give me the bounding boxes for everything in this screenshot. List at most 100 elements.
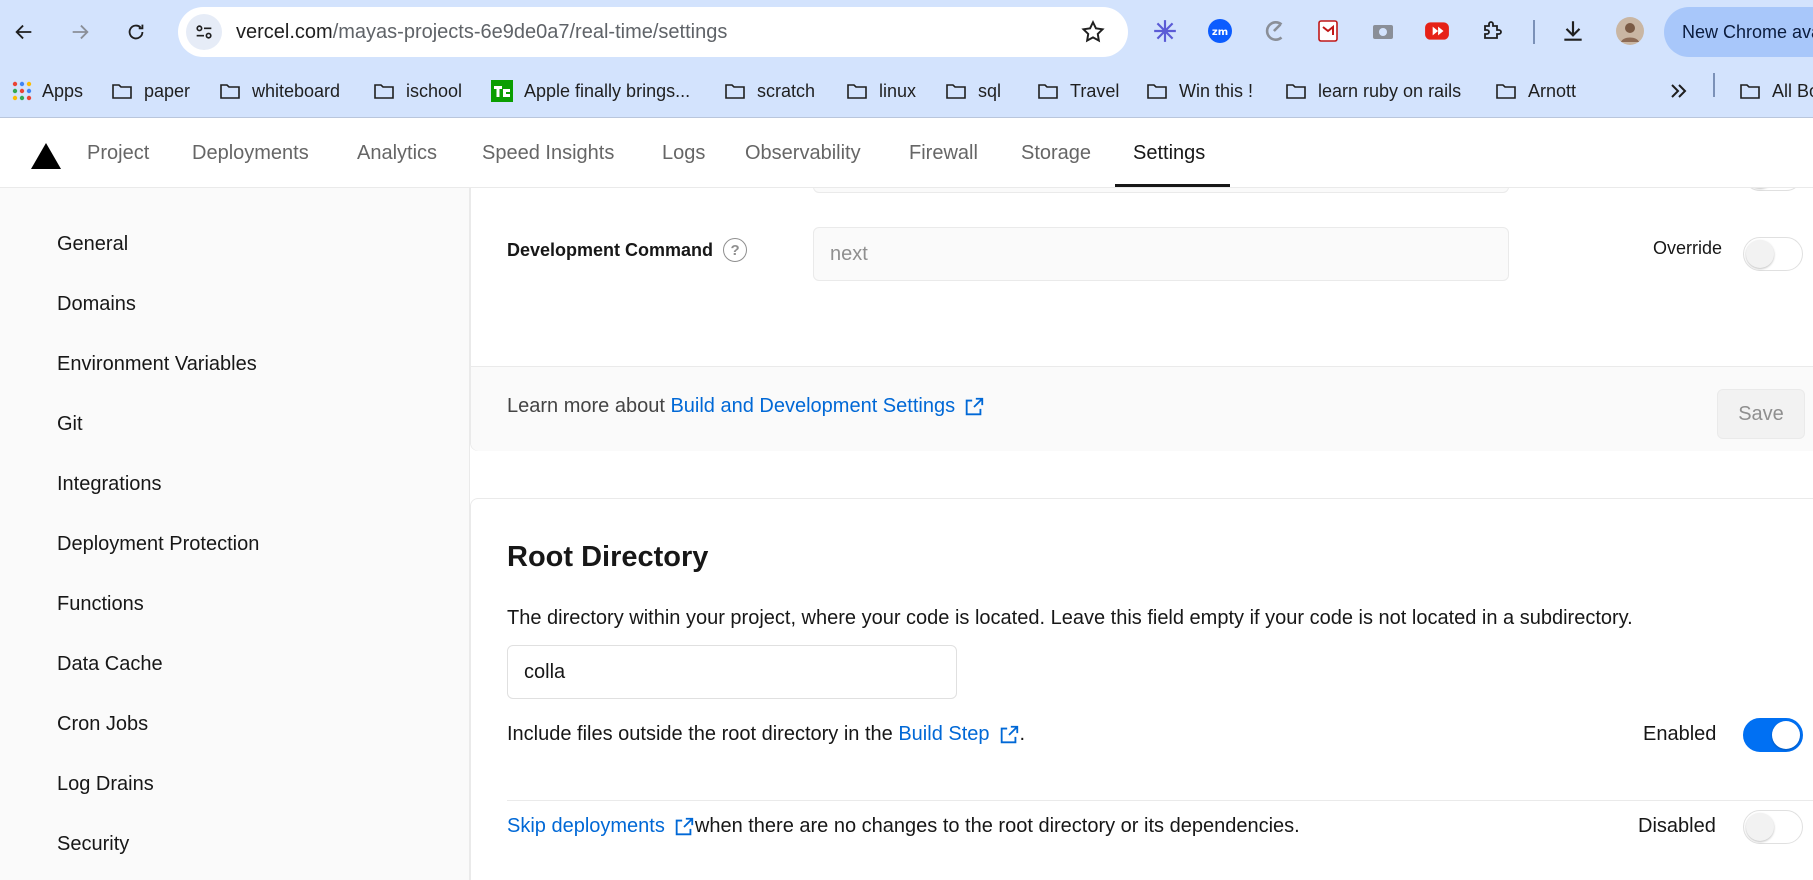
root-directory-title: Root Directory — [507, 541, 709, 573]
reload-icon — [128, 24, 144, 40]
clockify-extension-icon[interactable] — [1260, 16, 1290, 46]
skip-deployments-state: Disabled — [1638, 815, 1716, 837]
vercel-logo-icon[interactable] — [31, 143, 61, 169]
skip-deployments-toggle[interactable] — [1743, 810, 1803, 844]
youtube-extension-icon[interactable] — [1422, 16, 1452, 46]
folder-icon — [1740, 84, 1760, 99]
folder-icon — [374, 84, 394, 99]
folder-icon — [725, 84, 745, 99]
sidebar-item-integrations[interactable]: Integrations — [57, 473, 162, 496]
bookmark-techcrunch[interactable]: Apple finally brings... — [490, 78, 690, 104]
folder-icon — [1147, 84, 1167, 99]
include-files-state: Enabled — [1643, 723, 1717, 745]
bookmark-folder[interactable]: sql — [944, 78, 1001, 104]
sidebar-item-general[interactable]: General — [57, 233, 128, 256]
output-directory-input[interactable] — [813, 188, 1509, 193]
build-step-link[interactable]: Build Step — [898, 723, 1019, 746]
section-divider — [507, 800, 1813, 801]
active-tab-indicator — [1115, 184, 1230, 187]
bookmark-folder[interactable]: ischool — [372, 78, 462, 104]
techcrunch-icon — [491, 80, 513, 102]
tab-settings[interactable]: Settings — [1133, 118, 1205, 188]
apps-grid-icon — [12, 81, 32, 101]
sidebar-item-data-cache[interactable]: Data Cache — [57, 653, 163, 676]
sidebar-item-deployment-protection[interactable]: Deployment Protection — [57, 533, 259, 556]
bookmark-folder[interactable]: Arnott — [1494, 78, 1576, 104]
bookmark-apps[interactable]: Apps — [10, 78, 83, 104]
sidebar-item-git[interactable]: Git — [57, 413, 83, 436]
tab-deployments[interactable]: Deployments — [192, 118, 309, 188]
more-bookmarks-chevron-icon[interactable] — [1666, 78, 1700, 104]
override-label: Override — [1653, 238, 1723, 258]
mcafee-extension-icon[interactable] — [1313, 16, 1343, 46]
tab-firewall[interactable]: Firewall — [909, 118, 978, 188]
external-link-icon — [965, 397, 984, 415]
learn-more-text: Learn more about Build and Development S… — [507, 395, 985, 418]
folder-icon — [1038, 84, 1058, 99]
dev-command-input[interactable]: next — [813, 227, 1509, 281]
extensions-puzzle-icon[interactable] — [1477, 16, 1507, 46]
save-button[interactable]: Save — [1717, 389, 1805, 439]
bookmarks-separator — [1713, 73, 1715, 97]
tab-storage[interactable]: Storage — [1021, 118, 1091, 188]
bookmark-star-icon[interactable] — [1080, 19, 1106, 45]
help-question-icon[interactable]: ? — [723, 238, 748, 262]
tab-speed-insights[interactable]: Speed Insights — [482, 118, 614, 188]
bookmark-folder[interactable]: Travel — [1036, 78, 1119, 104]
bookmark-folder[interactable]: paper — [110, 78, 190, 104]
skip-deployments-text: Skip deployments when there are no chang… — [507, 815, 1300, 838]
project-nav: Project Deployments Analytics Speed Insi… — [0, 118, 1813, 188]
folder-icon — [1496, 84, 1516, 99]
browser-toolbar: vercel.com/mayas-projects-6e9de0a7/real-… — [0, 0, 1813, 64]
all-bookmarks-folder[interactable]: All Bookmarks — [1738, 78, 1813, 104]
tab-project[interactable]: Project — [87, 118, 149, 188]
build-settings-link[interactable]: Build and Development Settings — [670, 395, 985, 418]
back-button[interactable] — [6, 14, 42, 50]
bookmark-folder[interactable]: whiteboard — [218, 78, 340, 104]
include-files-toggle[interactable] — [1743, 718, 1803, 752]
address-bar[interactable]: vercel.com/mayas-projects-6e9de0a7/real-… — [178, 7, 1128, 57]
root-directory-input[interactable]: colla — [507, 645, 957, 699]
camera-extension-icon[interactable] — [1368, 16, 1398, 46]
build-settings-footer: Learn more about Build and Development S… — [471, 366, 1813, 451]
tab-observability[interactable]: Observability — [745, 118, 861, 188]
svg-text:zm: zm — [1212, 27, 1228, 38]
root-directory-description: The directory within your project, where… — [507, 607, 1633, 629]
bookmark-folder[interactable]: scratch — [723, 78, 815, 104]
folder-icon — [946, 84, 966, 99]
skip-deployments-link[interactable]: Skip deployments — [507, 815, 695, 838]
sidebar-item-log-drains[interactable]: Log Drains — [57, 773, 154, 796]
settings-main: Development Command ? next Override Lear… — [470, 188, 1813, 880]
external-link-icon — [675, 817, 694, 835]
bookmark-folder[interactable]: learn ruby on rails — [1284, 78, 1461, 104]
site-info-icon[interactable] — [186, 14, 222, 50]
downloads-icon[interactable] — [1558, 16, 1588, 46]
toolbar-separator — [1533, 20, 1535, 44]
settings-sidebar: General Domains Environment Variables Gi… — [0, 188, 470, 880]
bookmark-folder[interactable]: linux — [845, 78, 916, 104]
tab-logs[interactable]: Logs — [662, 118, 705, 188]
forward-button[interactable] — [62, 14, 98, 50]
zoom-extension-icon[interactable]: zm — [1205, 16, 1235, 46]
url-text: vercel.com/mayas-projects-6e9de0a7/real-… — [236, 20, 728, 43]
root-directory-card: Root Directory The directory within your… — [470, 498, 1813, 880]
sidebar-item-environment-variables[interactable]: Environment Variables — [57, 353, 257, 376]
reload-button[interactable] — [118, 14, 154, 50]
bookmarks-bar: Apps paper whiteboard ischool Apple fina… — [0, 64, 1813, 118]
perplexity-extension-icon[interactable] — [1150, 16, 1180, 46]
dev-command-override-toggle[interactable] — [1743, 237, 1803, 271]
bookmark-folder[interactable]: Win this ! — [1145, 78, 1253, 104]
sidebar-item-cron-jobs[interactable]: Cron Jobs — [57, 713, 148, 736]
chrome-update-button[interactable]: New Chrome available — [1664, 7, 1813, 57]
build-settings-card: Development Command ? next Override Lear… — [470, 188, 1813, 451]
output-directory-override-toggle[interactable] — [1743, 188, 1803, 191]
tab-analytics[interactable]: Analytics — [357, 118, 437, 188]
sidebar-item-functions[interactable]: Functions — [57, 593, 144, 616]
folder-icon — [1286, 84, 1306, 99]
folder-icon — [847, 84, 867, 99]
sidebar-item-domains[interactable]: Domains — [57, 293, 136, 316]
folder-icon — [112, 84, 132, 99]
arrow-right-icon — [72, 24, 89, 40]
sidebar-item-security[interactable]: Security — [57, 833, 129, 856]
profile-avatar[interactable] — [1615, 16, 1645, 46]
